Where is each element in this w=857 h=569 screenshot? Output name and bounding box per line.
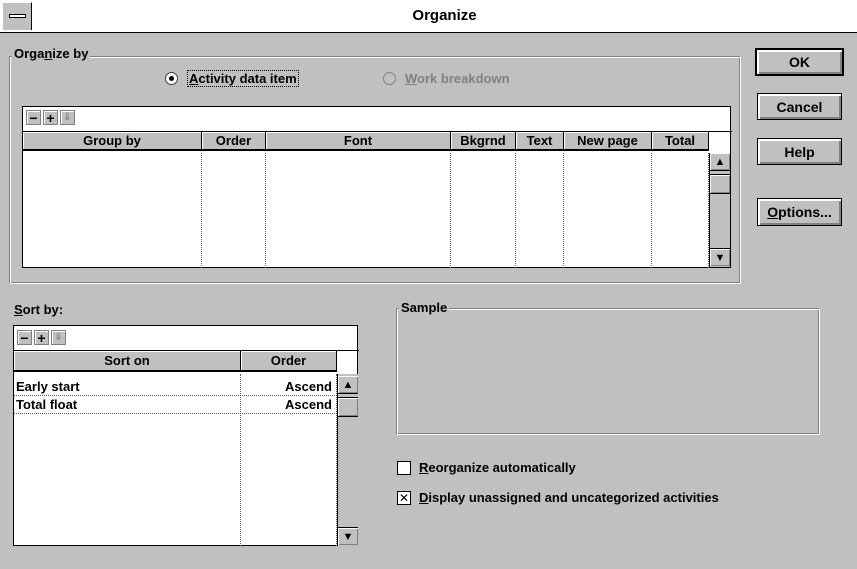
group-by-scrollbar[interactable]: ▲ ▼ bbox=[709, 153, 730, 267]
column-divider bbox=[652, 153, 709, 268]
sort-remove-row-button[interactable]: − bbox=[17, 330, 32, 345]
checkbox-unchecked-icon bbox=[397, 461, 411, 475]
reorganize-label: Reorganize automatically bbox=[419, 460, 576, 475]
radio-unselected-icon bbox=[383, 72, 396, 85]
scroll-up-button[interactable]: ▲ bbox=[710, 153, 730, 171]
col-total[interactable]: Total bbox=[652, 132, 709, 151]
col-order[interactable]: Order bbox=[202, 132, 266, 151]
sort-on-cell: Total float bbox=[16, 397, 78, 412]
remove-row-button[interactable]: − bbox=[26, 110, 41, 125]
sort-add-row-button[interactable]: + bbox=[34, 330, 49, 345]
title-bar[interactable]: Organize bbox=[0, 0, 857, 33]
radio-activity-data-item[interactable]: Activity data item bbox=[165, 70, 325, 88]
checkbox-display-unassigned[interactable]: ✕ Display unassigned and uncategorized a… bbox=[397, 489, 817, 507]
options-button[interactable]: Options... bbox=[757, 198, 842, 226]
col-group-by[interactable]: Group by bbox=[23, 132, 202, 151]
sample-group bbox=[396, 308, 820, 435]
column-divider bbox=[564, 153, 652, 268]
organize-by-label: Organize by bbox=[12, 46, 91, 61]
sort-on-cell: Early start bbox=[16, 379, 80, 394]
window-title: Organize bbox=[412, 7, 477, 24]
sort-by-label: Sort by: bbox=[14, 302, 64, 317]
scroll-down-button[interactable]: ▼ bbox=[710, 248, 730, 266]
col-sort-on[interactable]: Sort on bbox=[14, 351, 241, 372]
col-text[interactable]: Text bbox=[516, 132, 564, 151]
sort-by-scrollbar[interactable]: ▲ ▼ bbox=[337, 374, 358, 546]
ok-button[interactable]: OK bbox=[755, 48, 844, 76]
scroll-thumb[interactable] bbox=[338, 397, 358, 417]
group-by-grid[interactable]: − + ⇓ Group by Order Font Bkgrnd Text Ne… bbox=[22, 106, 732, 268]
system-menu-icon bbox=[9, 14, 26, 18]
table-row[interactable]: Early start Ascend bbox=[14, 378, 337, 396]
sort-move-down-button[interactable]: ⇓ bbox=[51, 330, 66, 345]
column-divider bbox=[23, 153, 202, 268]
column-divider bbox=[451, 153, 516, 268]
order-cell: Ascend bbox=[285, 379, 332, 394]
system-menu-button[interactable] bbox=[2, 2, 32, 30]
help-button[interactable]: Help bbox=[757, 138, 842, 165]
display-unassigned-label: Display unassigned and uncategorized act… bbox=[419, 490, 719, 505]
add-row-button[interactable]: + bbox=[43, 110, 58, 125]
col-sort-order[interactable]: Order bbox=[241, 351, 337, 372]
scroll-thumb[interactable] bbox=[710, 174, 730, 194]
checkbox-reorganize-automatically[interactable]: Reorganize automatically bbox=[397, 459, 657, 477]
radio-work-breakdown[interactable]: Work breakdown bbox=[383, 70, 543, 88]
scroll-down-button[interactable]: ▼ bbox=[338, 527, 358, 545]
radio-activity-label: Activity data item bbox=[187, 70, 299, 87]
col-bkgrnd[interactable]: Bkgrnd bbox=[451, 132, 516, 151]
group-by-header: Group by Order Font Bkgrnd Text New page… bbox=[23, 131, 732, 151]
sort-by-grid[interactable]: − + ⇓ Sort on Order Early start Ascend T… bbox=[13, 325, 359, 546]
arrow-down-icon: ▼ bbox=[342, 530, 354, 543]
col-font[interactable]: Font bbox=[266, 132, 451, 151]
move-down-button[interactable]: ⇓ bbox=[60, 110, 75, 125]
radio-work-breakdown-label: Work breakdown bbox=[405, 71, 510, 86]
arrow-up-icon: ▲ bbox=[342, 378, 354, 391]
table-row[interactable]: Total float Ascend bbox=[14, 396, 337, 414]
column-divider bbox=[202, 153, 266, 268]
column-divider bbox=[266, 153, 451, 268]
cancel-button[interactable]: Cancel bbox=[757, 93, 842, 120]
sort-by-header: Sort on Order bbox=[14, 350, 359, 372]
scroll-up-button[interactable]: ▲ bbox=[338, 376, 358, 394]
sample-label: Sample bbox=[399, 300, 450, 315]
column-divider bbox=[516, 153, 564, 268]
arrow-up-icon: ▲ bbox=[714, 155, 726, 168]
arrow-down-icon: ▼ bbox=[714, 251, 726, 264]
radio-selected-icon bbox=[165, 72, 178, 85]
checkbox-checked-icon: ✕ bbox=[397, 491, 411, 505]
order-cell: Ascend bbox=[285, 397, 332, 412]
col-new-page[interactable]: New page bbox=[564, 132, 652, 151]
